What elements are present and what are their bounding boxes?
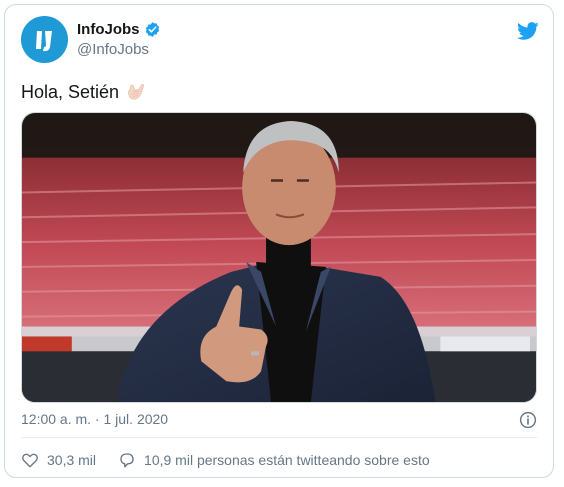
display-name[interactable]: InfoJobs bbox=[77, 21, 140, 38]
twitter-bird-icon[interactable] bbox=[517, 20, 539, 42]
info-icon[interactable] bbox=[519, 411, 537, 429]
avatar[interactable] bbox=[21, 16, 68, 63]
handle[interactable]: @InfoJobs bbox=[77, 41, 161, 58]
divider bbox=[21, 437, 537, 438]
like-count: 30,3 mil bbox=[47, 452, 97, 468]
conversation-count: 10,9 mil personas están twitteando sobre… bbox=[144, 452, 430, 468]
tweet-embed-card[interactable]: InfoJobs @InfoJobs Hola, Setién 12:00 a.… bbox=[4, 4, 554, 478]
heart-icon bbox=[22, 453, 38, 468]
tweet-actions: 30,3 mil 10,9 mil personas están twittea… bbox=[21, 451, 452, 469]
verified-icon bbox=[145, 22, 159, 37]
photo-image bbox=[22, 113, 536, 402]
call-me-hand-emoji-icon bbox=[128, 84, 145, 100]
infojobs-logo-icon bbox=[35, 30, 52, 51]
account-info[interactable]: InfoJobs @InfoJobs bbox=[77, 21, 161, 58]
tweet-photo[interactable] bbox=[21, 112, 537, 403]
tweet-text: Hola, Setién bbox=[21, 81, 147, 103]
tweet-timestamp[interactable]: 12:00 a. m. · 1 jul. 2020 bbox=[21, 411, 168, 427]
like-action[interactable]: 30,3 mil bbox=[21, 451, 96, 469]
tweet-text-content: Hola, Setién bbox=[21, 81, 120, 102]
speech-bubble-icon bbox=[120, 453, 134, 468]
tweet-header: InfoJobs @InfoJobs bbox=[21, 16, 541, 68]
conversation-action[interactable]: 10,9 mil personas están twitteando sobre… bbox=[118, 451, 430, 469]
